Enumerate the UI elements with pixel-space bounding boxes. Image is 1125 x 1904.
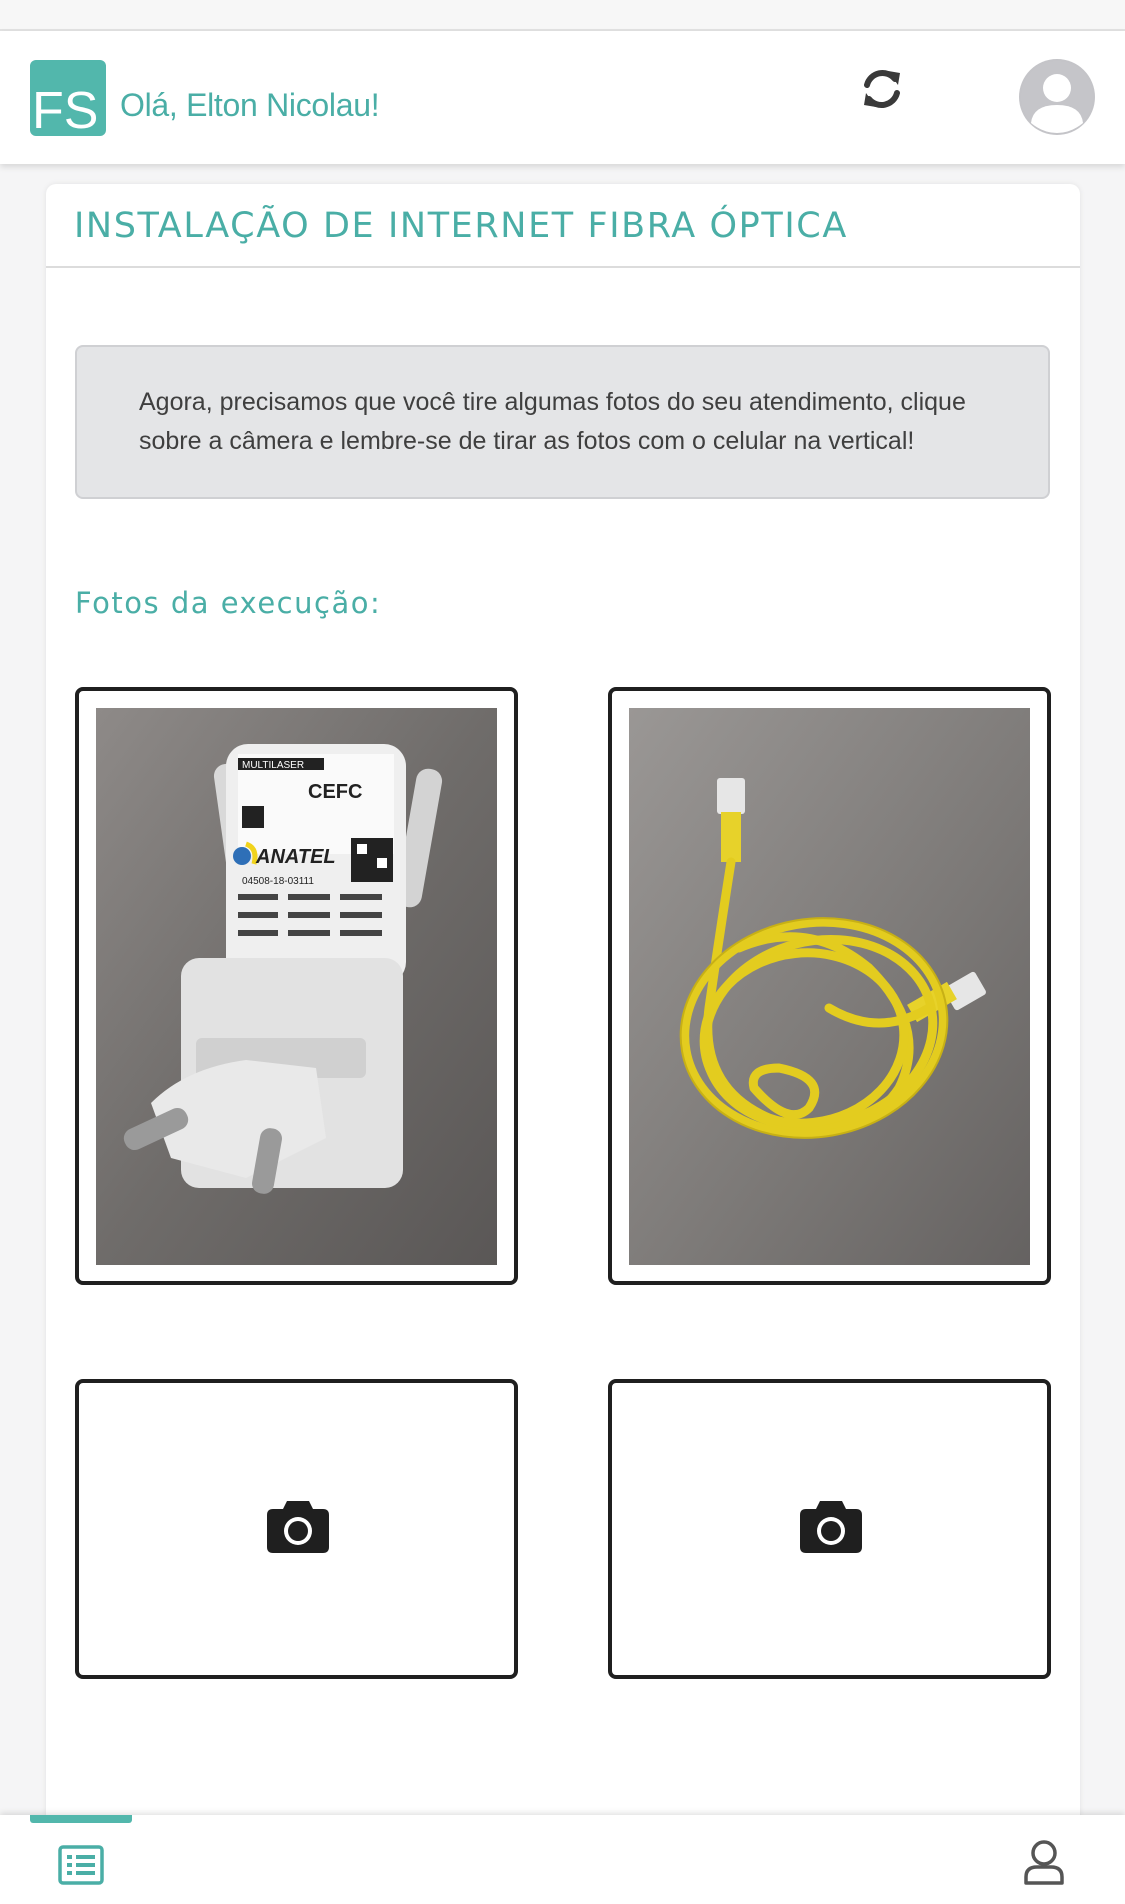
instruction-notice: Agora, precisamos que você tire algumas … bbox=[75, 345, 1050, 499]
active-tab-indicator bbox=[30, 1815, 132, 1823]
photo-slot-2[interactable] bbox=[608, 687, 1051, 1285]
app-logo: FS bbox=[30, 60, 106, 136]
service-card: INSTALAÇÃO DE INTERNET FIBRA ÓPTICA Agor… bbox=[46, 184, 1080, 1824]
user-avatar-icon[interactable] bbox=[1019, 59, 1095, 135]
repeater-brand: MULTILASER bbox=[242, 760, 304, 771]
photo-slot-1[interactable]: MULTILASER CEFC ANATEL 04508-18-03111 bbox=[75, 687, 518, 1285]
refresh-icon[interactable] bbox=[858, 65, 906, 113]
card-header: INSTALAÇÃO DE INTERNET FIBRA ÓPTICA bbox=[46, 184, 1080, 268]
status-bar-strip bbox=[0, 0, 1125, 31]
bottom-navigation bbox=[0, 1815, 1125, 1904]
repeater-ce: CEFC bbox=[308, 781, 362, 803]
logo-text: FS bbox=[32, 82, 98, 136]
list-icon[interactable] bbox=[58, 1845, 104, 1885]
app-header: FS Olá, Elton Nicolau! bbox=[0, 31, 1125, 164]
user-icon[interactable] bbox=[1023, 1839, 1065, 1885]
photo-ethernet-cable bbox=[629, 708, 1030, 1265]
photo-slot-4[interactable] bbox=[608, 1379, 1051, 1679]
repeater-anatel: ANATEL bbox=[255, 846, 336, 868]
instruction-text: Agora, precisamos que você tire algumas … bbox=[139, 388, 966, 455]
greeting-text: Olá, Elton Nicolau! bbox=[120, 87, 380, 123]
camera-icon[interactable] bbox=[267, 1499, 329, 1553]
photo-slot-3[interactable] bbox=[75, 1379, 518, 1679]
photo-wifi-repeater: MULTILASER CEFC ANATEL 04508-18-03111 bbox=[96, 708, 497, 1265]
camera-icon[interactable] bbox=[800, 1499, 862, 1553]
repeater-code: 04508-18-03111 bbox=[242, 876, 314, 887]
photos-label: Fotos da execução: bbox=[75, 586, 382, 620]
card-title: INSTALAÇÃO DE INTERNET FIBRA ÓPTICA bbox=[74, 206, 848, 246]
